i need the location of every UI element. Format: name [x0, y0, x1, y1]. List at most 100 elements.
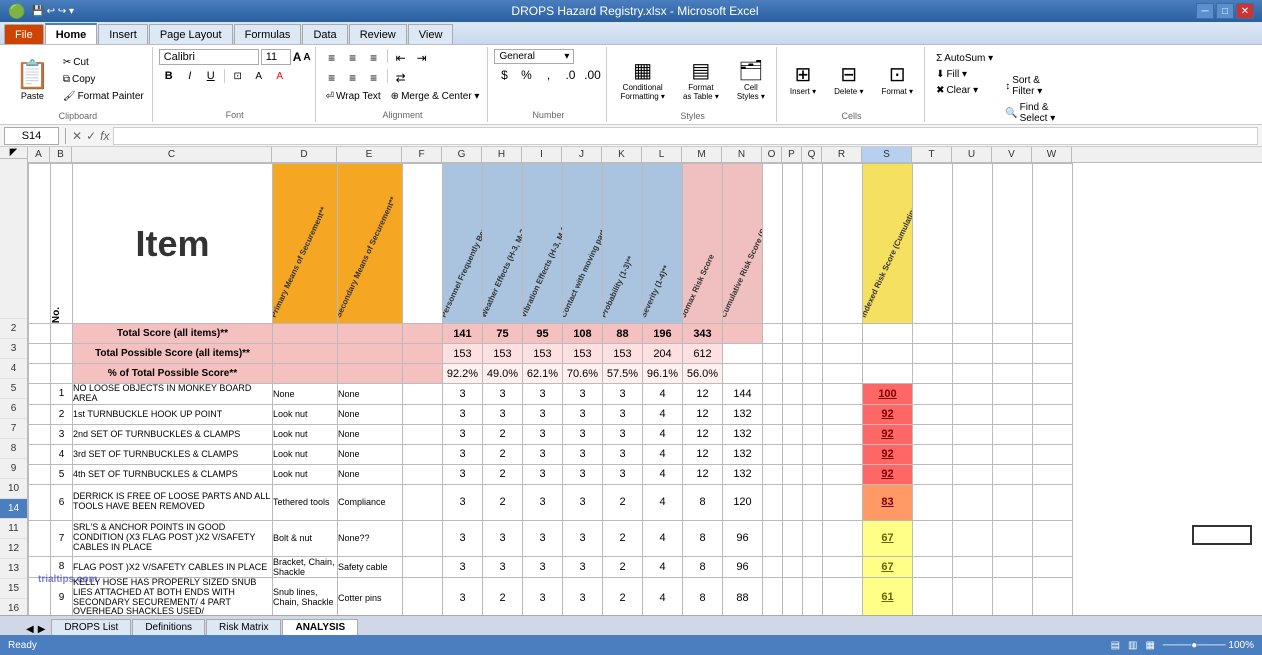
sheet-nav-left[interactable]: ◀ [24, 624, 36, 635]
cell-u1[interactable] [953, 164, 993, 324]
align-mid-center-btn[interactable]: ≡ [343, 69, 363, 87]
cell-k6[interactable]: 3 [603, 404, 643, 424]
cell-f4[interactable] [403, 364, 443, 384]
autosum-button[interactable]: Σ AutoSum ▾ [931, 51, 998, 66]
cell-q4[interactable] [803, 364, 823, 384]
sort-filter-button[interactable]: ↕ Sort &Filter ▾ [1000, 73, 1060, 99]
cell-u6[interactable] [953, 404, 993, 424]
cell-w5[interactable] [1033, 384, 1073, 405]
conditional-formatting-button[interactable]: ▦ ConditionalFormatting ▾ [613, 49, 671, 109]
cell-a6[interactable] [29, 404, 51, 424]
percent-btn[interactable]: % [516, 66, 536, 84]
cell-e1[interactable]: Secondary Means of Securement** [338, 164, 403, 324]
cell-a1[interactable] [29, 164, 51, 324]
cell-w4[interactable] [1033, 364, 1073, 384]
comma-btn[interactable]: , [538, 66, 558, 84]
cell-s5[interactable]: 100 [863, 384, 913, 405]
tab-page-layout[interactable]: Page Layout [149, 24, 233, 44]
cell-styles-button[interactable]: 🗂 CellStyles ▾ [730, 49, 772, 109]
border-btn[interactable]: ⊡ [228, 67, 248, 85]
cell-w6[interactable] [1033, 404, 1073, 424]
cell-e6[interactable]: None [338, 404, 403, 424]
cell-j6[interactable]: 3 [563, 404, 603, 424]
cell-h3[interactable]: 153 [483, 344, 523, 364]
cell-q3[interactable] [803, 344, 823, 364]
cell-i2[interactable]: 95 [523, 324, 563, 344]
increase-font-btn[interactable]: A [293, 50, 302, 64]
font-size-selector[interactable]: 11 [261, 49, 291, 65]
cell-i6[interactable]: 3 [523, 404, 563, 424]
cell-h4[interactable]: 49.0% [483, 364, 523, 384]
dec-increase-btn[interactable]: .0 [560, 66, 580, 84]
format-as-table-button[interactable]: ▤ Formatas Table ▾ [676, 49, 726, 109]
cell-p5[interactable] [783, 384, 803, 405]
cell-e3[interactable] [338, 344, 403, 364]
cell-p1[interactable] [783, 164, 803, 324]
col-header-i[interactable]: I [522, 147, 562, 162]
cell-h2[interactable]: 75 [483, 324, 523, 344]
cell-r4[interactable] [823, 364, 863, 384]
cell-p3[interactable] [783, 344, 803, 364]
tab-data[interactable]: Data [302, 24, 347, 44]
cell-g2[interactable]: 141 [443, 324, 483, 344]
cell-s1[interactable]: Indexed Risk Score (Cumulating Score(84)… [863, 164, 913, 324]
cell-p4[interactable] [783, 364, 803, 384]
col-header-s[interactable]: S [862, 147, 912, 162]
cell-l4[interactable]: 96.1% [643, 364, 683, 384]
cell-o1[interactable] [763, 164, 783, 324]
cell-j4[interactable]: 70.6% [563, 364, 603, 384]
cell-c4[interactable]: % of Total Possible Score** [73, 364, 273, 384]
cell-n6[interactable]: 132 [723, 404, 763, 424]
cell-e2[interactable] [338, 324, 403, 344]
cell-b3[interactable] [51, 344, 73, 364]
cell-m1[interactable]: Jomax Risk Score [683, 164, 723, 324]
tab-analysis[interactable]: ANALYSIS [282, 619, 358, 635]
cell-i3[interactable]: 153 [523, 344, 563, 364]
cell-b2[interactable] [51, 324, 73, 344]
cell-w2[interactable] [1033, 324, 1073, 344]
align-top-center-btn[interactable]: ≡ [343, 49, 363, 67]
cell-v6[interactable] [993, 404, 1033, 424]
cell-i4[interactable]: 62.1% [523, 364, 563, 384]
cell-r2[interactable] [823, 324, 863, 344]
cell-n4[interactable] [723, 364, 763, 384]
col-header-a[interactable]: A [28, 147, 50, 162]
col-header-c[interactable]: C [72, 147, 272, 162]
cell-f3[interactable] [403, 344, 443, 364]
cell-l2[interactable]: 196 [643, 324, 683, 344]
cell-e4[interactable] [338, 364, 403, 384]
col-header-t[interactable]: T [912, 147, 952, 162]
close-btn[interactable]: ✕ [1236, 3, 1254, 19]
col-header-d[interactable]: D [272, 147, 337, 162]
cell-b4[interactable] [51, 364, 73, 384]
window-controls[interactable]: ─ □ ✕ [1196, 3, 1254, 19]
find-select-button[interactable]: 🔍 Find &Select ▾ [1000, 100, 1060, 126]
cell-o4[interactable] [763, 364, 783, 384]
cell-t5[interactable] [913, 384, 953, 405]
col-header-n[interactable]: N [722, 147, 762, 162]
tab-file[interactable]: File [4, 24, 44, 44]
col-header-h[interactable]: H [482, 147, 522, 162]
cell-k4[interactable]: 57.5% [603, 364, 643, 384]
cell-q1[interactable] [803, 164, 823, 324]
decrease-font-btn[interactable]: A [303, 52, 310, 63]
cell-c2[interactable]: Total Score (all items)** [73, 324, 273, 344]
cell-a5[interactable] [29, 384, 51, 405]
cell-d4[interactable] [273, 364, 338, 384]
cell-g3[interactable]: 153 [443, 344, 483, 364]
col-header-l[interactable]: L [642, 147, 682, 162]
cell-r5[interactable] [823, 384, 863, 405]
tab-home[interactable]: Home [45, 23, 98, 44]
col-header-b[interactable]: B [50, 147, 72, 162]
delete-button[interactable]: ⊟ Delete ▾ [827, 49, 870, 109]
col-header-u[interactable]: U [952, 147, 992, 162]
decrease-indent-btn[interactable]: ⇤ [391, 49, 411, 67]
insert-button[interactable]: ⊞ Insert ▾ [783, 49, 823, 109]
cell-o2[interactable] [763, 324, 783, 344]
cell-u2[interactable] [953, 324, 993, 344]
cell-n1[interactable]: Cumulative Risk Score (Sum of Max - Joma… [723, 164, 763, 324]
cell-m3[interactable]: 612 [683, 344, 723, 364]
cell-q2[interactable] [803, 324, 823, 344]
col-header-f[interactable]: F [402, 147, 442, 162]
col-header-v[interactable]: V [992, 147, 1032, 162]
